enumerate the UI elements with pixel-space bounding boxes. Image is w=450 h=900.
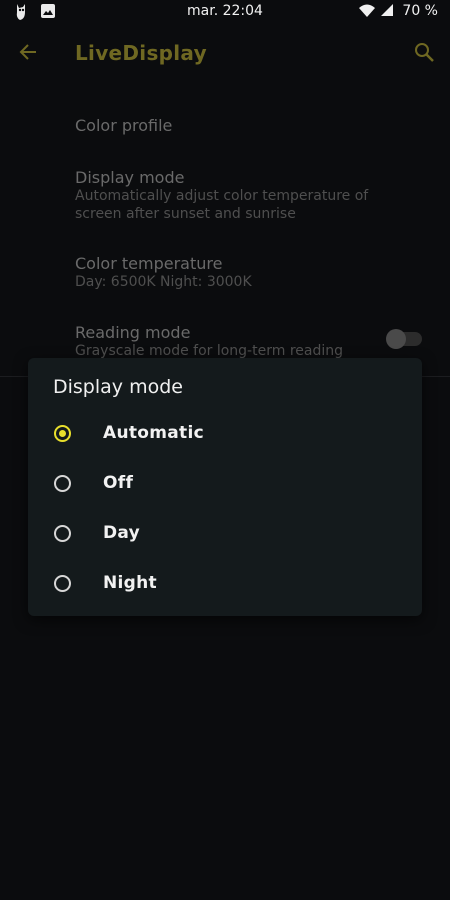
setting-title: Display mode [75,168,185,187]
radio-button[interactable] [54,524,71,542]
status-bar: mar. 22:04 70 % [0,0,450,24]
option-night[interactable]: Night [28,558,422,608]
setting-display-mode[interactable]: Display mode Automatically adjust color … [75,168,410,223]
option-off[interactable]: Off [28,458,422,508]
signal-icon [380,3,396,19]
option-label: Off [103,473,134,493]
setting-summary: Day: 6500K Night: 3000K [75,274,252,290]
battery-level: 70 % [402,3,438,19]
setting-title: Color temperature [75,254,223,273]
search-button[interactable] [410,40,438,68]
option-label: Night [103,573,157,593]
setting-title: Color profile [75,116,173,135]
option-automatic[interactable]: Automatic [28,408,422,458]
page-title: LiveDisplay [75,41,207,65]
wifi-icon [358,3,376,19]
switch-knob [386,329,406,349]
reading-mode-switch[interactable] [386,329,422,349]
dialog-title: Display mode [53,376,183,398]
setting-reading-mode[interactable]: Reading mode Grayscale mode for long-ter… [75,323,410,360]
option-day[interactable]: Day [28,508,422,558]
setting-title: Reading mode [75,323,191,342]
setting-color-temperature[interactable]: Color temperature Day: 6500K Night: 3000… [75,254,410,291]
radio-button[interactable] [54,574,71,592]
setting-summary: Automatically adjust color temperature o… [75,188,369,222]
radio-button-checked[interactable] [54,424,71,442]
status-right-icons: 70 % [358,3,438,19]
search-icon [413,41,435,67]
app-bar: LiveDisplay [0,24,450,84]
display-mode-dialog: Display mode Automatic Off Day Night [28,358,422,616]
arrow-back-icon [18,42,38,66]
option-label: Day [103,523,141,543]
radio-button[interactable] [54,474,71,492]
option-label: Automatic [103,423,204,443]
back-button[interactable] [14,40,42,68]
screen: mar. 22:04 70 % LiveDisplay Color profil… [0,0,450,900]
setting-color-profile[interactable]: Color profile [75,116,410,135]
